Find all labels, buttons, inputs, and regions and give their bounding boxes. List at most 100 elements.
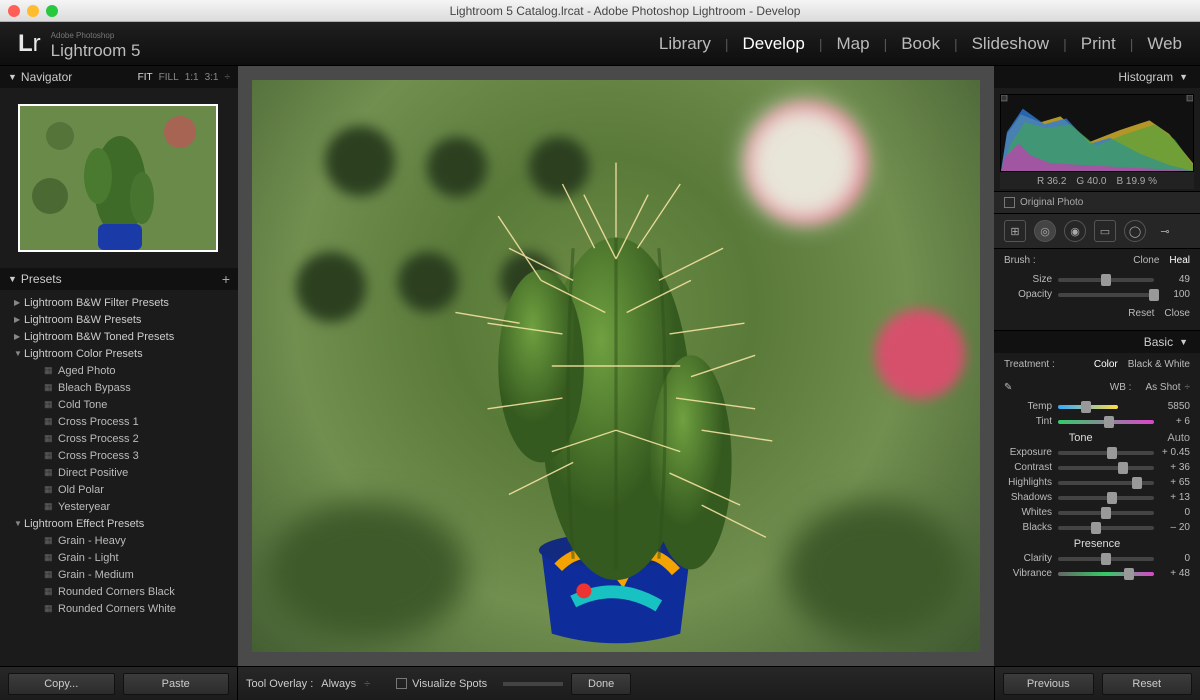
- separator: |: [819, 36, 823, 52]
- visualize-threshold-slider[interactable]: [503, 682, 563, 686]
- reset-button[interactable]: Reset: [1102, 673, 1193, 695]
- brush-mode-heal[interactable]: Heal: [1169, 255, 1190, 266]
- preset-icon: ▦: [44, 399, 58, 410]
- histogram[interactable]: R 36.2 G 40.0 B 19.9 %: [994, 88, 1200, 191]
- wb-value[interactable]: As Shot: [1145, 382, 1180, 393]
- module-map[interactable]: Map: [836, 34, 869, 54]
- treatment-black & white[interactable]: Black & White: [1128, 359, 1190, 370]
- preset-icon: ▦: [44, 535, 58, 546]
- app-header: Lr Adobe Photoshop Lightroom 5 Library|D…: [0, 22, 1200, 66]
- blacks-slider[interactable]: Blacks– 20: [994, 520, 1200, 535]
- copy-button[interactable]: Copy...: [8, 673, 115, 695]
- zoom-fit[interactable]: FIT: [138, 72, 153, 83]
- preset-group[interactable]: ▶Lightroom B&W Presets: [0, 311, 238, 328]
- dropdown-icon[interactable]: ÷: [1185, 382, 1191, 393]
- shadows-slider[interactable]: Shadows+ 13: [994, 490, 1200, 505]
- preset-group[interactable]: ▼Lightroom Effect Presets: [0, 515, 238, 532]
- basic-header[interactable]: Basic ▼: [994, 331, 1200, 353]
- photo: [252, 80, 980, 652]
- radial-tool-icon[interactable]: ◯: [1124, 220, 1146, 242]
- treatment-color[interactable]: Color: [1094, 359, 1118, 370]
- exposure-slider[interactable]: Exposure+ 0.45: [994, 445, 1200, 460]
- zoom-3:1[interactable]: 3:1: [205, 72, 219, 83]
- spot-tool-icon[interactable]: ◎: [1034, 220, 1056, 242]
- preset-group[interactable]: ▶Lightroom B&W Filter Presets: [0, 294, 238, 311]
- preset-item[interactable]: ▦Grain - Medium: [0, 566, 238, 583]
- zoom-window-icon[interactable]: [46, 5, 58, 17]
- add-preset-icon[interactable]: +: [222, 271, 230, 287]
- tool-overlay-value[interactable]: Always: [321, 678, 356, 690]
- close-brush-button[interactable]: Close: [1164, 308, 1190, 324]
- reset-brush-button[interactable]: Reset: [1128, 308, 1154, 324]
- collapse-icon: ▼: [1179, 72, 1188, 82]
- preset-item[interactable]: ▦Rounded Corners White: [0, 600, 238, 617]
- preset-item[interactable]: ▦Grain - Heavy: [0, 532, 238, 549]
- image-viewport[interactable]: [238, 66, 994, 666]
- pin-icon[interactable]: [1004, 308, 1020, 324]
- brush-label: Brush :: [1004, 255, 1036, 266]
- module-book[interactable]: Book: [901, 34, 940, 54]
- tint-slider[interactable]: Tint + 6: [994, 414, 1200, 429]
- contrast-slider[interactable]: Contrast+ 36: [994, 460, 1200, 475]
- preset-item[interactable]: ▦Yesteryear: [0, 498, 238, 515]
- module-library[interactable]: Library: [659, 34, 711, 54]
- histogram-header[interactable]: Histogram ▼: [994, 66, 1200, 88]
- brush-mode-clone[interactable]: Clone: [1133, 255, 1159, 266]
- center-panel: [238, 66, 994, 666]
- collapse-icon: ▼: [1179, 337, 1188, 347]
- preset-item[interactable]: ▦Bleach Bypass: [0, 379, 238, 396]
- gradient-tool-icon[interactable]: ▭: [1094, 220, 1116, 242]
- temp-slider[interactable]: Temp 5850: [994, 399, 1200, 414]
- histogram-readout: R 36.2 G 40.0 B 19.9 %: [1000, 172, 1194, 189]
- expand-icon: ▶: [14, 332, 24, 341]
- size-slider[interactable]: Size49: [994, 272, 1200, 287]
- brush-tool-icon[interactable]: ⊸: [1154, 220, 1176, 242]
- module-web[interactable]: Web: [1147, 34, 1182, 54]
- minimize-window-icon[interactable]: [27, 5, 39, 17]
- preset-item[interactable]: ▦Direct Positive: [0, 464, 238, 481]
- crop-tool-icon[interactable]: ⊞: [1004, 220, 1026, 242]
- preset-item[interactable]: ▦Cross Process 1: [0, 413, 238, 430]
- right-panel: Histogram ▼ R 36.2 G 40.0 B 19.9 %: [994, 66, 1200, 666]
- checkbox-icon[interactable]: [396, 678, 407, 689]
- preset-item[interactable]: ▦Old Polar: [0, 481, 238, 498]
- redeye-tool-icon[interactable]: ◉: [1064, 220, 1086, 242]
- opacity-slider[interactable]: Opacity100: [994, 287, 1200, 302]
- checkbox-icon[interactable]: [1004, 197, 1015, 208]
- preset-item[interactable]: ▦Cold Tone: [0, 396, 238, 413]
- dropdown-icon[interactable]: ÷: [225, 72, 231, 83]
- close-window-icon[interactable]: [8, 5, 20, 17]
- zoom-1:1[interactable]: 1:1: [185, 72, 199, 83]
- preset-item[interactable]: ▦Cross Process 2: [0, 430, 238, 447]
- dropdown-icon[interactable]: ÷: [364, 678, 370, 690]
- paste-button[interactable]: Paste: [123, 673, 230, 695]
- auto-tone-button[interactable]: Auto: [1167, 432, 1190, 444]
- eyedropper-icon[interactable]: ✎: [1004, 382, 1020, 393]
- presets-header[interactable]: ▼ Presets +: [0, 268, 238, 290]
- module-develop[interactable]: Develop: [742, 34, 804, 54]
- preset-group[interactable]: ▶Lightroom B&W Toned Presets: [0, 328, 238, 345]
- preset-group[interactable]: ▼Lightroom Color Presets: [0, 345, 238, 362]
- preset-item[interactable]: ▦Aged Photo: [0, 362, 238, 379]
- navigator-thumb[interactable]: [0, 88, 238, 268]
- clarity-slider[interactable]: Clarity0: [994, 551, 1200, 566]
- separator: |: [1130, 36, 1134, 52]
- preset-item[interactable]: ▦Cross Process 3: [0, 447, 238, 464]
- highlights-slider[interactable]: Highlights+ 65: [994, 475, 1200, 490]
- done-button[interactable]: Done: [571, 673, 631, 695]
- preset-item[interactable]: ▦Grain - Light: [0, 549, 238, 566]
- original-photo-toggle[interactable]: Original Photo: [994, 191, 1200, 214]
- brand: Lightroom 5: [51, 41, 141, 61]
- navigator-title: Navigator: [21, 70, 72, 84]
- vibrance-slider[interactable]: Vibrance+ 48: [994, 566, 1200, 581]
- previous-button[interactable]: Previous: [1003, 673, 1094, 695]
- preset-item[interactable]: ▦Rounded Corners Black: [0, 583, 238, 600]
- zoom-fill[interactable]: FILL: [159, 72, 179, 83]
- navigator-header[interactable]: ▼ Navigator FIT FILL 1:1 3:1 ÷: [0, 66, 238, 88]
- basic-title: Basic: [1144, 335, 1173, 349]
- zoom-levels: FIT FILL 1:1 3:1 ÷: [138, 72, 230, 83]
- module-print[interactable]: Print: [1081, 34, 1116, 54]
- module-slideshow[interactable]: Slideshow: [972, 34, 1050, 54]
- whites-slider[interactable]: Whites0: [994, 505, 1200, 520]
- collapse-icon: ▼: [8, 72, 17, 82]
